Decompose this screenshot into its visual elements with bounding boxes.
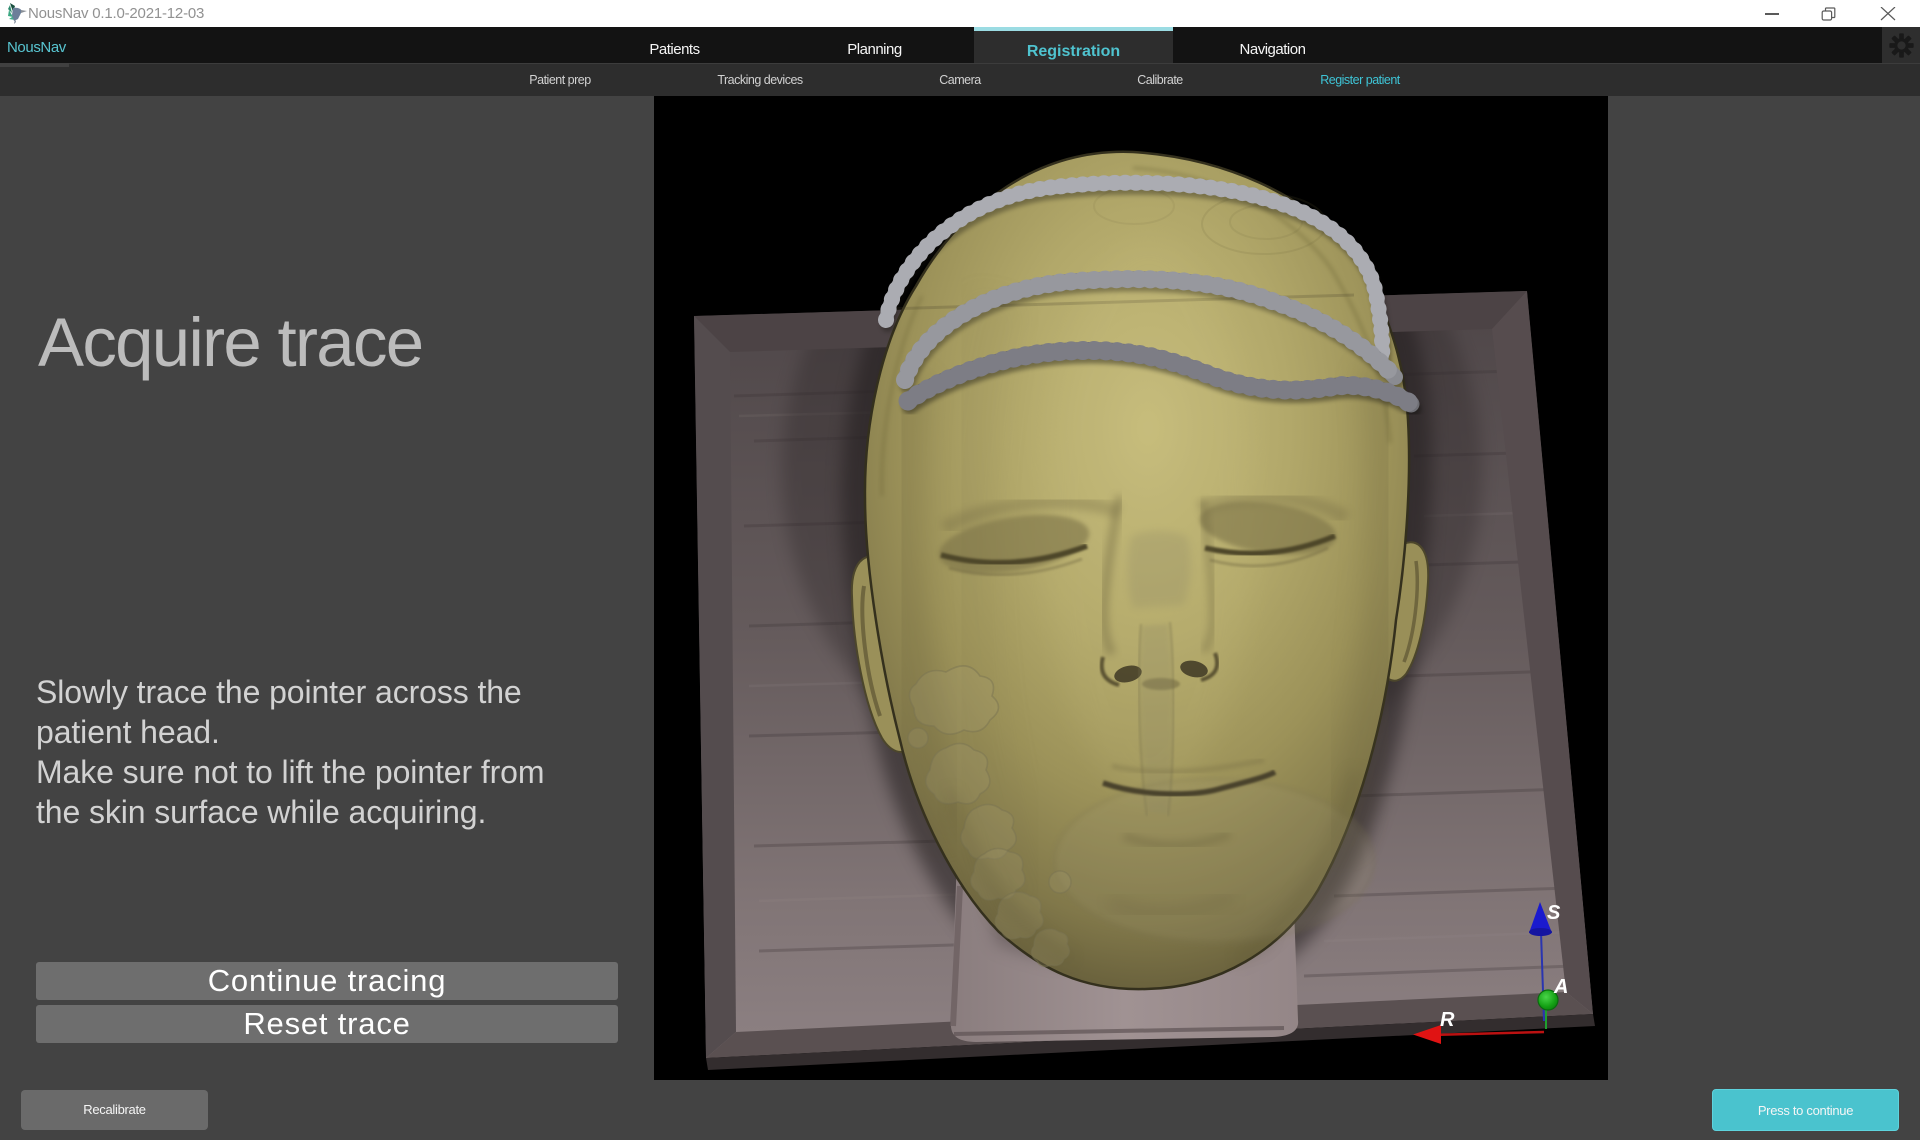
svg-text:A: A (1553, 976, 1568, 998)
svg-text:S: S (1547, 902, 1561, 924)
svg-text:R: R (1440, 1009, 1455, 1031)
